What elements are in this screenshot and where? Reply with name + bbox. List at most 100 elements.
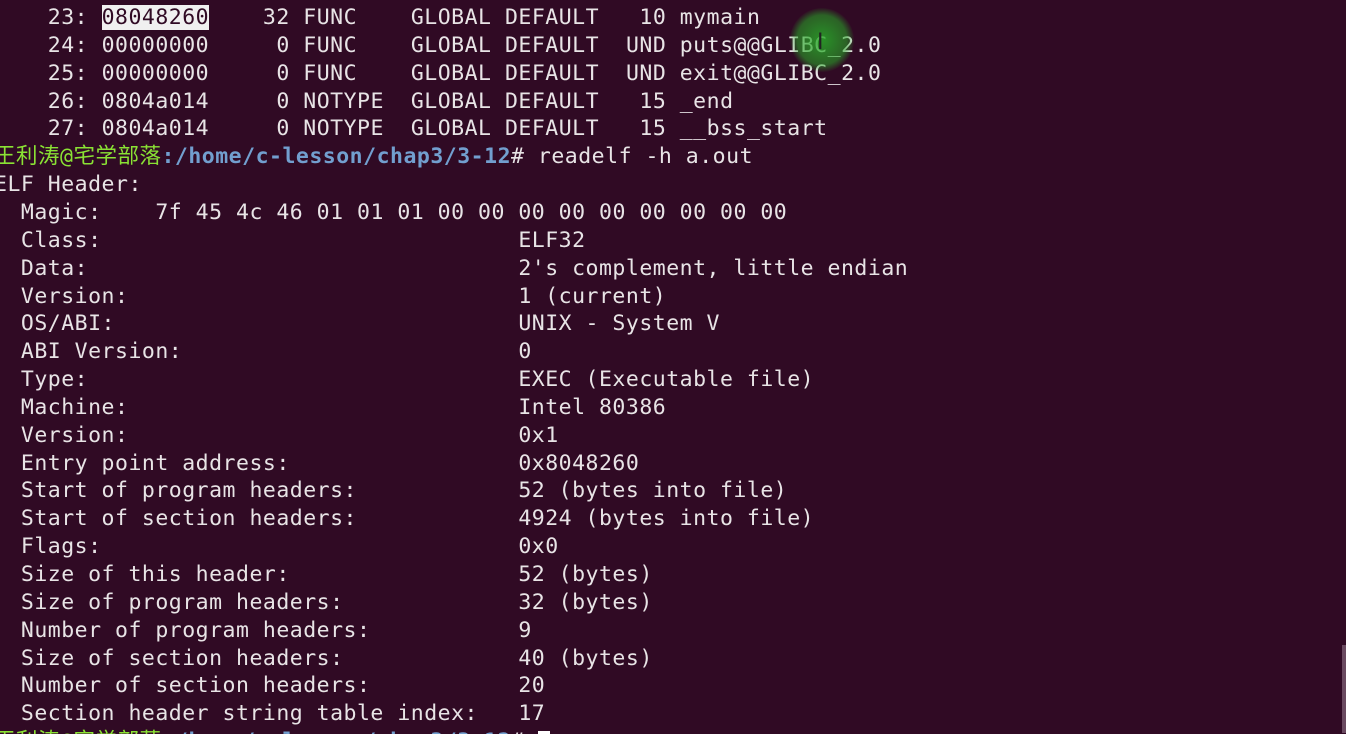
symbol-size: 32	[209, 5, 290, 30]
text	[0, 534, 21, 559]
header-field-row: Class: ELF32	[0, 227, 586, 255]
symbol-type: FUNC	[303, 60, 398, 86]
field-key: OS/ABI:	[20, 311, 519, 337]
field-key: Machine:	[20, 394, 519, 420]
prompt-user: 王利涛@宅学部落	[0, 144, 162, 170]
symbol-value: 00000000	[101, 32, 210, 58]
text	[599, 89, 612, 114]
field-key: Type:	[20, 367, 519, 393]
symbol-name: exit@@GLIBC_2.0	[679, 60, 882, 86]
field-value: 9	[518, 617, 532, 643]
field-key: Start of program headers:	[20, 478, 519, 504]
text	[0, 395, 21, 420]
symbol-bind: GLOBAL	[410, 5, 492, 30]
field-key: Section header string table index:	[20, 701, 519, 727]
symbol-size: 0	[209, 88, 290, 114]
text	[491, 116, 504, 141]
text	[491, 89, 504, 114]
text	[666, 61, 679, 86]
text: :	[161, 729, 174, 734]
symbol-ndx: UND	[612, 60, 667, 86]
field-key: Version:	[20, 422, 519, 448]
text	[0, 618, 21, 643]
header-field-row: Type: EXEC (Executable file)	[0, 366, 814, 394]
header-field-row: Size of this header: 52 (bytes)	[0, 561, 653, 589]
text	[290, 61, 303, 86]
field-key: Version:	[20, 283, 519, 309]
field-value: 2's complement, little endian	[518, 255, 909, 281]
header-field-row: Machine: Intel 80386	[0, 394, 666, 422]
symbol-value: 0804a014	[101, 116, 210, 142]
field-value: 40 (bytes)	[518, 645, 653, 671]
symbol-vis: DEFAULT	[504, 116, 600, 142]
symbol-ndx: 10	[612, 5, 667, 30]
field-value: ELF32	[518, 227, 586, 253]
text	[0, 200, 21, 225]
command-text: readelf -h a.out	[537, 144, 754, 170]
text	[599, 116, 612, 141]
field-value: UNIX - System V	[518, 311, 720, 337]
text	[397, 5, 410, 30]
prompt-symbol: #	[511, 144, 538, 170]
next-prompt-line: 王利涛@宅学部落:/home/c-lesson/chap3/3-12#	[0, 728, 550, 734]
text	[666, 33, 679, 58]
field-key: Size of section headers:	[20, 645, 519, 671]
text	[290, 5, 303, 30]
text	[0, 451, 21, 476]
text	[599, 61, 612, 86]
text	[0, 646, 21, 671]
symbol-row: 25: 00000000 0 FUNC GLOBAL DEFAULT UND e…	[0, 60, 881, 88]
text	[290, 89, 303, 114]
symbol-size: 0	[209, 116, 290, 142]
field-value: 4924 (bytes into file)	[518, 506, 815, 532]
text: :	[161, 144, 175, 170]
symbol-num: 25:	[0, 60, 102, 86]
text	[0, 590, 21, 615]
text	[599, 5, 612, 30]
header-field-row: OS/ABI: UNIX - System V	[0, 310, 720, 338]
field-value: 0	[518, 339, 532, 365]
text	[599, 33, 612, 58]
header-field-row: Section header string table index: 17	[0, 700, 545, 728]
field-value: 32 (bytes)	[518, 589, 653, 615]
header-field-row: Version: 1 (current)	[0, 283, 666, 311]
header-field-row: Start of section headers: 4924 (bytes in…	[0, 505, 814, 533]
symbol-size: 0	[209, 60, 290, 86]
scrollbar[interactable]	[1342, 645, 1346, 733]
text	[666, 5, 679, 30]
field-value: Intel 80386	[518, 394, 667, 420]
prompt-path: /home/c-lesson/chap3/3-12	[175, 729, 511, 734]
symbol-row: 24: 00000000 0 FUNC GLOBAL DEFAULT UND p…	[0, 32, 881, 60]
field-key: Class:	[20, 227, 519, 253]
header-field-row: Data: 2's complement, little endian	[0, 255, 908, 283]
field-value: 17	[518, 701, 546, 727]
text	[0, 701, 21, 726]
symbol-num: 26:	[0, 88, 102, 114]
symbol-type: NOTYPE	[303, 116, 398, 142]
field-key: Magic:	[20, 199, 142, 225]
field-key: Size of this header:	[20, 562, 519, 587]
field-value: 1 (current)	[518, 283, 667, 309]
header-field-row: Magic: 7f 45 4c 46 01 01 01 00 00 00 00 …	[0, 199, 787, 227]
text	[0, 673, 21, 698]
text	[0, 478, 21, 503]
header-field-row: Number of section headers: 20	[0, 672, 545, 700]
field-value: 52 (bytes into file)	[518, 478, 788, 504]
text	[0, 284, 21, 309]
terminal-window[interactable]: 23: 08048260 32 FUNC GLOBAL DEFAULT 10 m…	[0, 0, 1346, 734]
symbol-value: 00000000	[101, 60, 210, 86]
header-field-row: Entry point address: 0x8048260	[0, 450, 639, 478]
symbol-value: 0804a014	[101, 88, 210, 114]
i-beam-cursor-icon: I	[817, 30, 824, 55]
text	[666, 89, 679, 114]
text	[290, 116, 303, 141]
symbol-row: 26: 0804a014 0 NOTYPE GLOBAL DEFAULT 15 …	[0, 88, 734, 116]
header-field-row: Number of program headers: 9	[0, 617, 532, 645]
symbol-bind: GLOBAL	[410, 88, 492, 114]
symbol-ndx: UND	[612, 32, 667, 58]
text	[0, 506, 21, 531]
text	[0, 228, 21, 253]
symbol-vis: DEFAULT	[504, 88, 600, 114]
symbol-name: __bss_start	[679, 116, 828, 142]
symbol-row: 27: 0804a014 0 NOTYPE GLOBAL DEFAULT 15 …	[0, 115, 828, 143]
